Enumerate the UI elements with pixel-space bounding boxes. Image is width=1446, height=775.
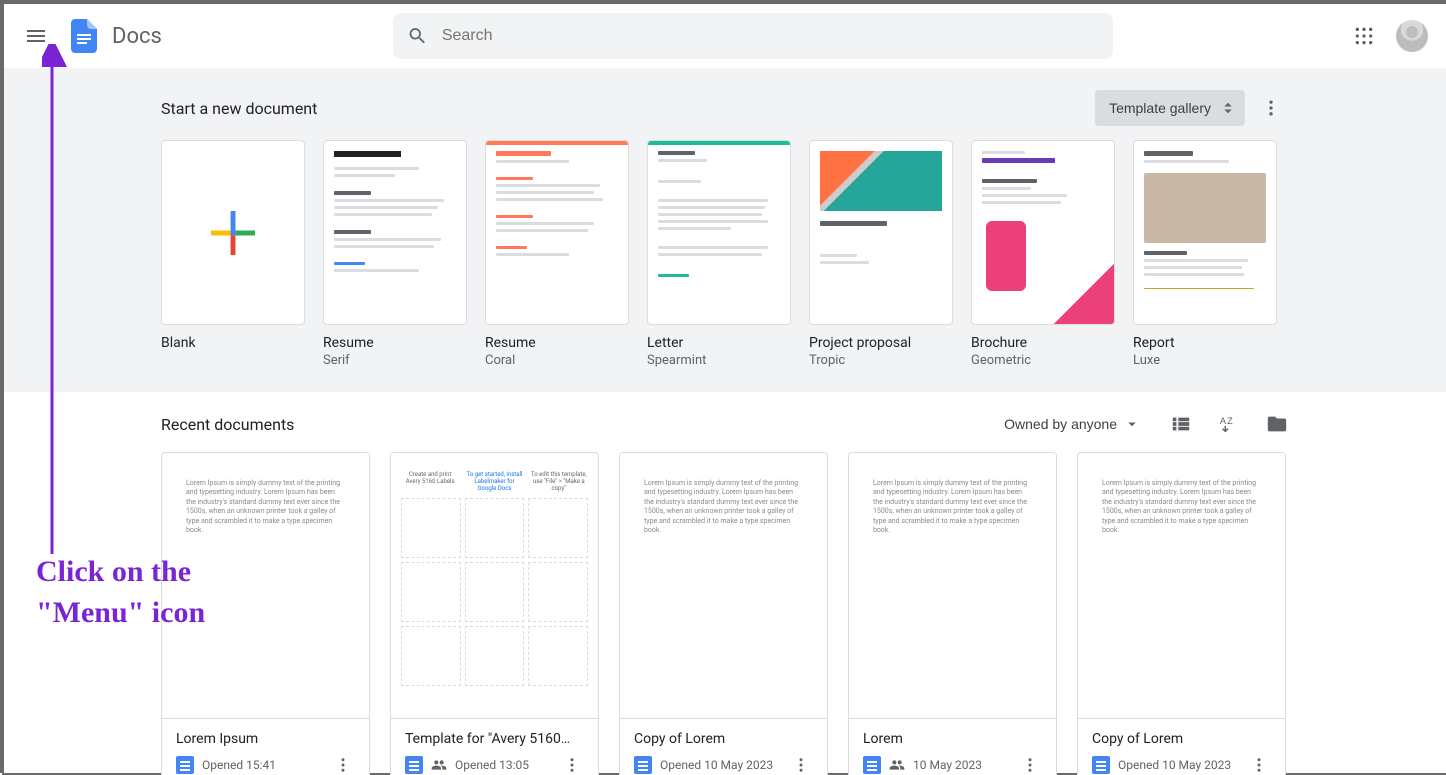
docs-file-icon (176, 756, 194, 774)
document-date: 10 May 2023 (913, 758, 1010, 772)
account-avatar[interactable] (1396, 20, 1428, 52)
document-date: Opened 10 May 2023 (660, 758, 781, 772)
docs-file-icon (1092, 756, 1110, 774)
template-label: Report (1133, 335, 1277, 351)
hamburger-icon (24, 24, 48, 48)
more-vert-icon (334, 756, 352, 774)
template-resume-coral[interactable]: Resume Coral (485, 140, 629, 368)
owner-filter-dropdown[interactable]: Owned by anyone (1004, 415, 1141, 433)
template-subtitle: Spearmint (647, 353, 791, 368)
template-label: Resume (323, 335, 467, 351)
recent-documents-grid: Lorem Ipsum is simply dummy text of the … (161, 452, 1289, 775)
document-more-button[interactable] (1018, 753, 1042, 775)
template-blank[interactable]: Blank (161, 140, 305, 368)
document-more-button[interactable] (560, 753, 584, 775)
document-title: Copy of Lorem (1092, 731, 1271, 747)
template-letter-spearmint[interactable]: Letter Spearmint (647, 140, 791, 368)
svg-text:A: A (1220, 416, 1227, 426)
document-card[interactable]: Create and print Avery 5160 LabelsTo get… (390, 452, 599, 775)
dropdown-arrow-icon (1123, 415, 1141, 433)
document-date: Opened 10 May 2023 (1118, 758, 1239, 772)
template-gallery-button[interactable]: Template gallery (1095, 90, 1245, 126)
more-vert-icon (792, 756, 810, 774)
apps-grid-icon (1354, 26, 1374, 46)
document-title: Lorem (863, 731, 1042, 747)
templates-more-button[interactable] (1253, 90, 1289, 126)
template-label: Project proposal (809, 335, 953, 351)
more-vert-icon (563, 756, 581, 774)
recent-documents-section: Recent documents Owned by anyone AZ Lore… (161, 412, 1289, 775)
main-menu-button[interactable] (12, 12, 60, 60)
open-file-picker-button[interactable] (1265, 412, 1289, 436)
docs-file-icon (405, 756, 423, 774)
document-more-button[interactable] (1247, 753, 1271, 775)
document-preview: Lorem Ipsum is simply dummy text of the … (1078, 453, 1285, 718)
template-report-luxe[interactable]: Report Luxe (1133, 140, 1277, 368)
template-brochure-geometric[interactable]: Brochure Geometric (971, 140, 1115, 368)
document-more-button[interactable] (789, 753, 813, 775)
template-subtitle: Luxe (1133, 353, 1277, 368)
search-icon (407, 25, 428, 47)
google-apps-button[interactable] (1344, 16, 1384, 56)
app-logo[interactable]: Docs (64, 16, 162, 56)
template-label: Resume (485, 335, 629, 351)
search-box[interactable] (393, 13, 1113, 59)
templates-section: Start a new document Template gallery Bl… (4, 68, 1446, 392)
svg-text:Z: Z (1227, 416, 1233, 426)
owner-filter-label: Owned by anyone (1004, 416, 1117, 432)
template-label: Letter (647, 335, 791, 351)
template-gallery-label: Template gallery (1109, 100, 1211, 116)
template-subtitle: Coral (485, 353, 629, 368)
sort-button[interactable]: AZ (1217, 412, 1241, 436)
unfold-icon (1219, 99, 1237, 117)
more-vert-icon (1261, 98, 1281, 118)
recent-section-title: Recent documents (161, 415, 294, 434)
document-preview: Lorem Ipsum is simply dummy text of the … (620, 453, 827, 718)
document-date: Opened 13:05 (455, 758, 552, 772)
document-card[interactable]: Lorem Ipsum is simply dummy text of the … (619, 452, 828, 775)
docs-logo-icon (64, 16, 104, 56)
template-subtitle: Geometric (971, 353, 1115, 368)
folder-icon (1266, 413, 1288, 435)
document-more-button[interactable] (331, 753, 355, 775)
app-name: Docs (112, 24, 162, 49)
search-container (162, 13, 1344, 59)
docs-file-icon (863, 756, 881, 774)
shared-icon (889, 757, 905, 773)
document-preview: Create and print Avery 5160 LabelsTo get… (391, 453, 598, 718)
search-input[interactable] (442, 27, 1099, 45)
app-header: Docs (4, 4, 1446, 68)
template-subtitle: Serif (323, 353, 467, 368)
more-vert-icon (1250, 756, 1268, 774)
list-view-button[interactable] (1169, 412, 1193, 436)
document-title: Lorem Ipsum (176, 731, 355, 747)
template-resume-serif[interactable]: Resume Serif (323, 140, 467, 368)
docs-file-icon (634, 756, 652, 774)
plus-icon (162, 141, 304, 324)
template-label: Brochure (971, 335, 1115, 351)
more-vert-icon (1021, 756, 1039, 774)
templates-section-title: Start a new document (161, 99, 317, 118)
document-date: Opened 15:41 (202, 758, 323, 772)
document-title: Copy of Lorem (634, 731, 813, 747)
document-preview: Lorem Ipsum is simply dummy text of the … (849, 453, 1056, 718)
list-view-icon (1170, 413, 1192, 435)
document-card[interactable]: Lorem Ipsum is simply dummy text of the … (161, 452, 370, 775)
document-title: Template for "Avery 5160… (405, 731, 584, 747)
document-card[interactable]: Lorem Ipsum is simply dummy text of the … (1077, 452, 1286, 775)
sort-az-icon: AZ (1218, 413, 1240, 435)
template-list: Blank Resume Serif Resume Coral Letter S… (161, 140, 1289, 368)
template-subtitle: Tropic (809, 353, 953, 368)
template-label: Blank (161, 335, 305, 351)
document-preview: Lorem Ipsum is simply dummy text of the … (162, 453, 369, 718)
header-right (1344, 16, 1438, 56)
template-project-proposal-tropic[interactable]: Project proposal Tropic (809, 140, 953, 368)
shared-icon (431, 757, 447, 773)
document-card[interactable]: Lorem Ipsum is simply dummy text of the … (848, 452, 1057, 775)
